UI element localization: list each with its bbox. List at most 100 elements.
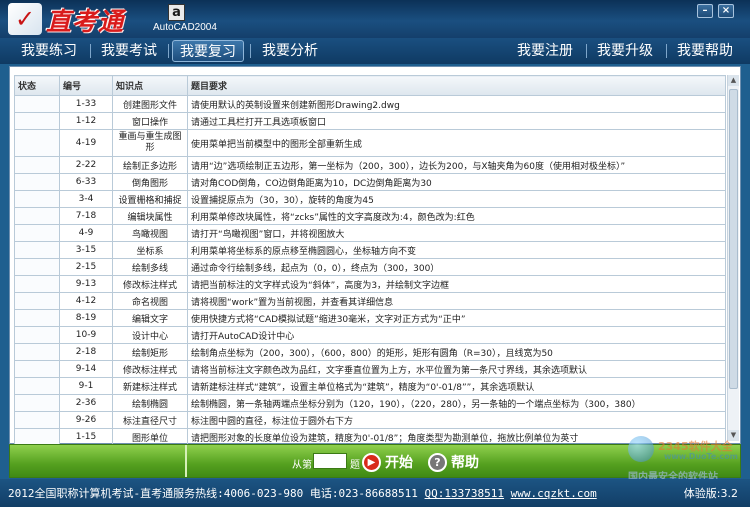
table-row[interactable]: 6-33 倒角图形 请对角COD倒角，CO边倒角距离为10，DC边倒角距离为30 [14, 173, 726, 191]
menu-bar: 我要练习 我要考试 我要复习 我要分析 我要注册 我要升级 我要帮助 [0, 38, 750, 64]
id-cell: 6-33 [59, 173, 113, 191]
table-row[interactable]: 4-12 命名视图 请将视图“work”置为当前视图，并查看其详细信息 [14, 292, 726, 310]
help-button[interactable]: ? 帮助 [428, 451, 479, 473]
table-row[interactable]: 2-18 绘制矩形 绘制角点坐标为（200，300），（600，800）的矩形，矩形… [14, 343, 726, 361]
menu-separator [666, 44, 667, 58]
table-row[interactable]: 1-12 窗口操作 请通过工具栏打开工具选项板窗口 [14, 112, 726, 130]
topic-cell: 编辑文字 [112, 309, 188, 327]
topic-cell: 倒角图形 [112, 173, 188, 191]
menu-analysis[interactable]: 我要分析 [255, 40, 325, 62]
table-row[interactable]: 8-19 编辑文字 使用快捷方式将“CAD模拟试题”缩进30毫米，文字对正方式为“正… [14, 309, 726, 327]
close-button[interactable]: × [718, 4, 734, 18]
topic-cell: 编辑块属性 [112, 207, 188, 225]
id-cell: 4-19 [59, 129, 113, 157]
table-row[interactable]: 3-4 设置栅格和捕捉 设置捕捉原点为（30，30），旋转的角度为45 [14, 190, 726, 208]
topic-cell: 绘制多线 [112, 258, 188, 276]
id-cell: 9-26 [59, 411, 113, 429]
table-row[interactable]: 9-26 标注直径尺寸 标注图中圆的直径，标注位于圆外右下方 [14, 411, 726, 429]
menu-help[interactable]: 我要帮助 [670, 40, 740, 62]
status-cell [14, 129, 60, 157]
id-cell: 8-19 [59, 309, 113, 327]
scroll-up-icon[interactable]: ▲ [728, 75, 739, 86]
question-cell: 请使用默认的英制设置来创建新图形Drawing2.dwg [187, 95, 726, 113]
question-cell: 利用菜单修改块属性，将“zcks”属性的文字高度改为:4，颜色改为:红色 [187, 207, 726, 225]
question-number-input[interactable] [313, 453, 347, 469]
status-hotline: 2012全国职称计算机考试-直考通服务热线:4006-023-980 电话:02… [8, 487, 418, 500]
table-row[interactable]: 10-9 设计中心 请打开AutoCAD设计中心 [14, 326, 726, 344]
question-table: 状态 编号 知识点 题目要求 1-33 创建图形文件 请使用默认的英制设置来创建新图… [14, 75, 726, 463]
column-header-status[interactable]: 状态 [14, 75, 60, 96]
table-row[interactable]: 2-15 绘制多线 通过命令行绘制多线，起点为（0，0），终点为（300，300） [14, 258, 726, 276]
status-cell [14, 292, 60, 310]
menu-practice[interactable]: 我要练习 [14, 40, 84, 62]
table-row[interactable]: 4-9 鸟瞰视图 请打开“鸟瞰视图”窗口，并将视图放大 [14, 224, 726, 242]
menu-upgrade[interactable]: 我要升级 [590, 40, 660, 62]
minimize-button[interactable]: – [697, 4, 713, 18]
status-cell [14, 428, 60, 446]
start-button[interactable]: ▶ 开始 [362, 451, 413, 473]
menu-separator [250, 44, 251, 58]
table-row[interactable]: 1-15 图形单位 请把图形对象的长度单位设为建筑，精度为0'-01/8”；角度类型… [14, 428, 726, 446]
vertical-scrollbar[interactable]: ▲ ▼ [727, 75, 739, 441]
id-cell: 9-14 [59, 360, 113, 378]
topic-cell: 绘制矩形 [112, 343, 188, 361]
menu-separator [90, 44, 91, 58]
status-qq-link[interactable]: QQ:133738511 [425, 487, 504, 500]
menu-exam[interactable]: 我要考试 [94, 40, 164, 62]
menu-separator [586, 44, 587, 58]
status-cell [14, 207, 60, 225]
question-cell: 通过命令行绘制多线，起点为（0，0），终点为（300，300） [187, 258, 726, 276]
column-header-id[interactable]: 编号 [59, 75, 113, 96]
help-label: 帮助 [451, 455, 479, 471]
version-label: 体验版:3.2 [683, 487, 738, 500]
question-cell: 设置捕捉原点为（30，30），旋转的角度为45 [187, 190, 726, 208]
topic-cell: 设置栅格和捕捉 [112, 190, 188, 208]
status-cell [14, 275, 60, 293]
topic-cell: 坐标系 [112, 241, 188, 259]
id-cell: 3-15 [59, 241, 113, 259]
status-cell [14, 156, 60, 174]
table-row[interactable]: 3-15 坐标系 利用菜单将坐标系的原点移至椭圆圆心，坐标轴方向不变 [14, 241, 726, 259]
status-cell [14, 95, 60, 113]
topic-cell: 修改标注样式 [112, 275, 188, 293]
menu-review[interactable]: 我要复习 [172, 40, 244, 62]
scrollbar-thumb[interactable] [729, 89, 738, 389]
status-site-link[interactable]: www.cqzkt.com [511, 487, 597, 500]
id-cell: 2-18 [59, 343, 113, 361]
question-cell: 请打开AutoCAD设计中心 [187, 326, 726, 344]
watermark: 2345软件大全 www.DuoTe.com 国内最安全的软件站 [628, 434, 740, 483]
table-row[interactable]: 4-19 重画与重生成图形 使用菜单把当前模型中的图形全部重新生成 [14, 129, 726, 157]
question-mark-icon: ? [428, 452, 447, 472]
question-cell: 请打开“鸟瞰视图”窗口，并将视图放大 [187, 224, 726, 242]
topic-cell: 新建标注样式 [112, 377, 188, 395]
question-cell: 请将视图“work”置为当前视图，并查看其详细信息 [187, 292, 726, 310]
table-row[interactable]: 1-33 创建图形文件 请使用默认的英制设置来创建新图形Drawing2.dwg [14, 95, 726, 113]
status-cell [14, 224, 60, 242]
table-row[interactable]: 2-22 绘制正多边形 请用“边”选项绘制正五边形，第一坐标为（200，300），边… [14, 156, 726, 174]
status-cell [14, 173, 60, 191]
table-header-row: 状态 编号 知识点 题目要求 [14, 75, 726, 96]
id-cell: 10-9 [59, 326, 113, 344]
id-cell: 3-4 [59, 190, 113, 208]
topic-cell: 绘制椭圆 [112, 394, 188, 412]
column-header-question[interactable]: 题目要求 [187, 75, 726, 96]
menu-register[interactable]: 我要注册 [510, 40, 580, 62]
from-label: 从第 [292, 460, 312, 471]
table-row[interactable]: 7-18 编辑块属性 利用菜单修改块属性，将“zcks”属性的文字高度改为:4，颜色… [14, 207, 726, 225]
table-row[interactable]: 2-36 绘制椭圆 绘制椭圆，第一条轴两端点坐标分别为（120，190），（220，… [14, 394, 726, 412]
id-cell: 2-36 [59, 394, 113, 412]
id-cell: 4-9 [59, 224, 113, 242]
table-row[interactable]: 9-14 修改标注样式 请将当前标注文字颜色改为品红，文字垂直位置为上方，水平位置为… [14, 360, 726, 378]
question-cell: 请将当前标注文字颜色改为品红，文字垂直位置为上方，水平位置为第一条尺寸界线，其余… [187, 360, 726, 378]
window-controls: – × [697, 4, 734, 18]
column-header-topic[interactable]: 知识点 [112, 75, 188, 96]
start-label: 开始 [385, 455, 413, 471]
question-cell: 请对角COD倒角，CO边倒角距离为10，DC边倒角距离为30 [187, 173, 726, 191]
table-row[interactable]: 9-13 修改标注样式 请把当前标注的文字样式设为“斜体”，高度为3，并绘制文字边框 [14, 275, 726, 293]
status-cell [14, 241, 60, 259]
topic-cell: 鸟瞰视图 [112, 224, 188, 242]
topic-cell: 图形单位 [112, 428, 188, 446]
id-cell: 4-12 [59, 292, 113, 310]
id-cell: 2-22 [59, 156, 113, 174]
table-row[interactable]: 9-1 新建标注样式 请新建标注样式“建筑”，设置主单位格式为“建筑”，精度为“0'… [14, 377, 726, 395]
